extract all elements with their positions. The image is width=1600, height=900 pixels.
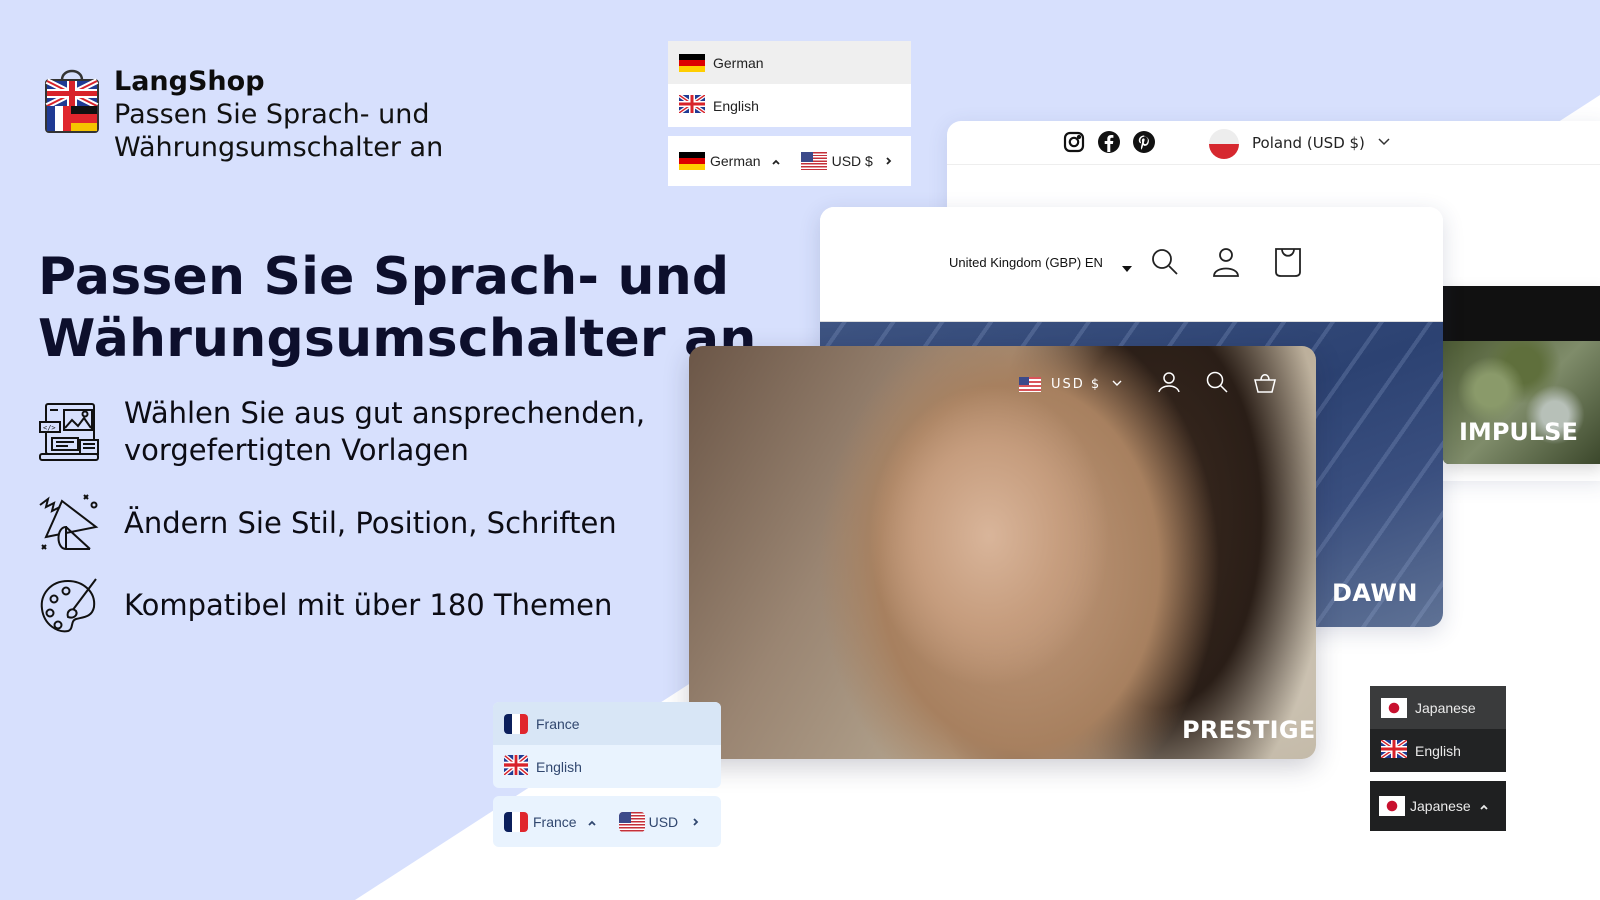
caret-down-icon[interactable]: [1122, 258, 1132, 277]
facebook-icon[interactable]: [1098, 131, 1120, 157]
account-icon[interactable]: [1157, 370, 1181, 398]
uk-flag-icon: [1381, 740, 1407, 761]
search-icon[interactable]: [1205, 370, 1229, 398]
instagram-icon[interactable]: [1063, 131, 1085, 157]
feature-text-line1: Kompatibel mit über 180 Themen: [124, 587, 613, 622]
theme-label-impulse: IMPULSE: [1459, 418, 1578, 446]
france-flag-icon: [504, 811, 528, 832]
option-label: German: [713, 54, 764, 71]
chevron-right-icon[interactable]: [692, 814, 700, 830]
language-option-english[interactable]: English: [1370, 729, 1506, 772]
us-flag-icon: [1019, 376, 1041, 392]
option-label: English: [1415, 742, 1461, 759]
language-option-english[interactable]: English: [668, 84, 911, 127]
option-label: Japanese: [1415, 699, 1476, 716]
switcher-bar-german: German USD $: [668, 136, 911, 186]
palette-icon: [38, 573, 100, 637]
pinterest-icon[interactable]: [1133, 131, 1155, 157]
currency-selector[interactable]: USD: [649, 814, 679, 830]
feature-item-themes: Kompatibel mit über 180 Themen: [38, 573, 612, 637]
search-icon[interactable]: [1150, 247, 1180, 281]
currency-selector-prestige[interactable]: USD $: [1051, 377, 1101, 392]
language-option-france[interactable]: France: [493, 702, 721, 745]
switcher-bar-france: France USD: [493, 796, 721, 847]
theme-label-prestige: PRESTIGE: [1182, 716, 1316, 744]
language-selector[interactable]: France: [533, 814, 577, 830]
poland-header-bar: Poland (USD $): [947, 121, 1600, 165]
feature-item-style: Ändern Sie Stil, Position, Schriften: [38, 491, 617, 555]
option-label: English: [713, 97, 759, 114]
brand-tagline-line1: Passen Sie Sprach- und: [114, 99, 430, 130]
language-option-japanese[interactable]: Japanese: [1370, 686, 1506, 729]
language-option-english[interactable]: English: [493, 745, 721, 788]
poland-flag-icon: [1209, 129, 1239, 159]
us-flag-icon: [800, 152, 827, 170]
store-preview-prestige: USD $ PRESTIGE: [689, 346, 1316, 759]
uk-flag-icon: [504, 755, 528, 778]
feature-text-line1: Ändern Sie Stil, Position, Schriften: [124, 505, 617, 540]
feature-text-line2: vorgefertigten Vorlagen: [124, 433, 469, 467]
country-selector-uk[interactable]: United Kingdom (GBP) EN: [949, 255, 1103, 270]
language-dropdown-japanese: Japanese English: [1370, 686, 1506, 772]
language-dropdown-france: France English: [493, 702, 721, 788]
france-flag-icon: [504, 713, 528, 734]
switcher-bar-japanese: Japanese: [1370, 781, 1506, 831]
germany-flag-icon: [679, 152, 705, 170]
dawn-header: United Kingdom (GBP) EN: [820, 207, 1443, 322]
headline-line1: Passen Sie Sprach- und: [38, 247, 730, 307]
country-selector-poland[interactable]: Poland (USD $): [1252, 134, 1365, 152]
language-selector[interactable]: German: [710, 153, 761, 169]
brand-name: LangShop: [114, 66, 265, 97]
chevron-up-icon[interactable]: [1479, 798, 1489, 814]
chevron-down-icon[interactable]: [1111, 377, 1123, 392]
store-preview-impulse: IMPULSE: [1443, 286, 1600, 464]
page-headline: Passen Sie Sprach- und Währungsumschalte…: [38, 246, 757, 370]
feature-text-line1: Wählen Sie aus gut ansprechenden,: [124, 396, 646, 430]
svg-text:</>: </>: [43, 424, 56, 432]
uk-flag-icon: [679, 95, 705, 116]
language-option-german[interactable]: German: [668, 41, 911, 84]
currency-selector[interactable]: USD $: [832, 153, 873, 169]
feature-item-templates: </> Wählen Sie aus gut ansprechenden, vo…: [38, 395, 645, 469]
brand-tagline-line2: Währungsumschalter an: [114, 132, 444, 163]
prestige-nav: USD $: [1019, 370, 1277, 398]
account-icon[interactable]: [1211, 246, 1241, 282]
style-shapes-icon: [38, 491, 100, 555]
brand-header: LangShop Passen Sie Sprach- und Währungs…: [44, 66, 443, 164]
option-label: English: [536, 758, 582, 775]
chevron-up-icon[interactable]: [587, 814, 597, 830]
cart-bag-icon[interactable]: [1273, 246, 1303, 282]
theme-label-dawn: DAWN: [1332, 579, 1418, 607]
us-flag-icon: [618, 811, 645, 832]
headline-line2: Währungsumschalter an: [38, 309, 757, 369]
option-label: France: [536, 715, 580, 732]
japan-flag-icon: [1379, 796, 1405, 816]
chevron-down-icon[interactable]: [1377, 134, 1391, 153]
germany-flag-icon: [679, 53, 705, 72]
shopping-bag-flags-icon: [44, 66, 100, 134]
basket-icon[interactable]: [1253, 370, 1277, 398]
language-dropdown-german: German English: [668, 41, 911, 127]
language-selector[interactable]: Japanese: [1410, 798, 1471, 814]
templates-icon: </>: [38, 400, 100, 464]
chevron-right-icon[interactable]: [885, 153, 893, 169]
chevron-up-icon[interactable]: [771, 153, 781, 169]
japan-flag-icon: [1381, 697, 1407, 718]
